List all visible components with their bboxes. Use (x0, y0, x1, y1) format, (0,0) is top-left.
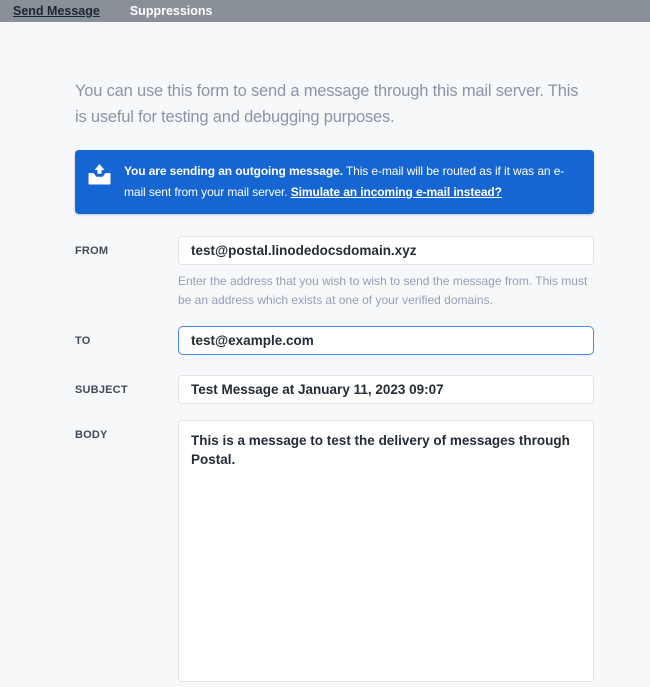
from-field-column: Enter the address that you wish to wish … (178, 236, 594, 310)
to-field-row: TO (75, 326, 594, 355)
from-help-text: Enter the address that you wish to wish … (178, 272, 594, 310)
subject-field-row: SUBJECT (75, 375, 594, 404)
subject-label: SUBJECT (75, 375, 178, 404)
subject-input[interactable] (178, 375, 594, 404)
to-field-column (178, 326, 594, 355)
send-message-page: You can use this form to send a message … (0, 22, 650, 687)
outbox-icon (88, 164, 111, 185)
simulate-incoming-link[interactable]: Simulate an incoming e-mail instead? (291, 185, 502, 199)
from-label: FROM (75, 236, 178, 310)
subject-field-column (178, 375, 594, 404)
banner-bold-text: You are sending an outgoing message. (124, 164, 343, 178)
to-label: TO (75, 326, 178, 355)
tab-send-message[interactable]: Send Message (13, 0, 100, 22)
body-field-row: BODY This is a message to test the deliv… (75, 420, 594, 687)
outgoing-message-banner: You are sending an outgoing message. Thi… (75, 150, 594, 214)
body-label: BODY (75, 420, 178, 687)
top-tab-bar: Send Message Suppressions (0, 0, 650, 22)
tab-suppressions[interactable]: Suppressions (130, 0, 213, 22)
body-field-column: This is a message to test the delivery o… (178, 420, 594, 687)
body-textarea[interactable]: This is a message to test the delivery o… (178, 420, 594, 682)
from-field-row: FROM Enter the address that you wish to … (75, 236, 594, 310)
to-input[interactable] (178, 326, 594, 355)
banner-text: You are sending an outgoing message. Thi… (124, 161, 580, 203)
intro-text: You can use this form to send a message … (75, 22, 594, 130)
from-input[interactable] (178, 236, 594, 265)
